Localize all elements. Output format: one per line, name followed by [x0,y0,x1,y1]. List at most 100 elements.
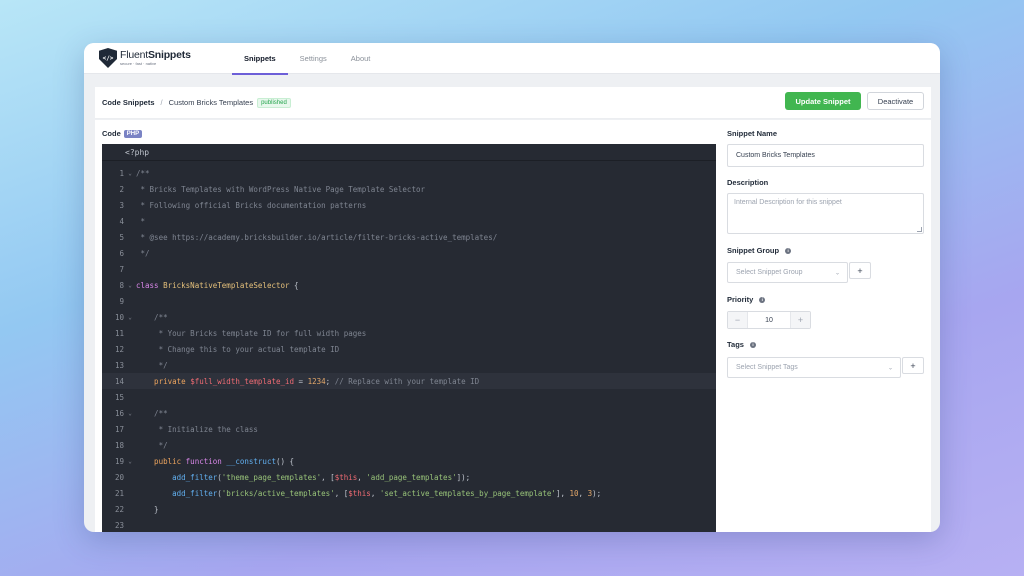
logo[interactable]: </> FluentSnippets secure · fast · nativ… [99,48,217,68]
snippet-name-value: Custom Bricks Templates [736,152,815,159]
code-token: , [370,488,380,498]
tab-settings[interactable]: Settings [288,43,339,74]
code-line[interactable]: 20 add_filter('theme_page_templates', [$… [102,469,716,485]
priority-value[interactable]: 10 [747,312,791,328]
code-text: * @see https://academy.bricksbuilder.io/… [136,233,498,242]
code-line[interactable]: 17 * Initialize the class [102,421,716,437]
code-line[interactable]: 4 * [102,213,716,229]
logo-title: FluentSnippets [120,50,191,61]
snippet-name-label: Snippet Name [727,129,778,138]
description-label: Description [727,178,769,187]
code-editor[interactable]: <?php 1 ⌄/** 2 * Bricks Templates with Wor… [102,144,716,532]
priority-stepper[interactable]: − 10 + [727,311,811,329]
code-token: */ [136,248,150,258]
code-text: class BricksNativeTemplateSelector { [136,281,299,290]
tags-label-text: Tags [727,340,744,349]
line-number: 21 [114,488,124,498]
code-token: 10 [569,488,579,498]
code-line[interactable]: 23 [102,517,716,532]
code-label-text: Code [102,129,121,138]
code-line[interactable]: 13 */ [102,357,716,373]
code-text: /** [136,313,168,322]
code-line[interactable]: 5 * @see https://academy.bricksbuilder.i… [102,229,716,245]
code-line[interactable]: 6 */ [102,245,716,261]
code-line[interactable]: 19 ⌄ public function __construct() { [102,453,716,469]
top-navigation: </> FluentSnippets secure · fast · nativ… [84,43,940,75]
code-lines[interactable]: 1 ⌄/** 2 * Bricks Templates with WordPress… [102,165,716,532]
code-token: { [289,280,299,290]
line-number: 16 [114,408,124,418]
code-token: , [ [334,488,349,498]
snippet-group-select[interactable]: Select Snippet Group ⌄ [727,262,848,283]
code-line[interactable]: 12 * Change this to your actual template… [102,341,716,357]
snippet-header: Code Snippets / Custom Bricks Templates … [95,87,931,119]
code-line[interactable]: 10 ⌄ /** [102,309,716,325]
add-tag-button[interactable]: + [902,357,924,374]
code-line[interactable]: 14 private $full_width_template_id = 123… [102,373,716,389]
code-line[interactable]: 3 * Following official Bricks documentat… [102,197,716,213]
tags-label: Tags i [727,340,756,349]
code-line[interactable]: 18 */ [102,437,716,453]
line-number: 19 [114,456,124,466]
code-line[interactable]: 9 [102,293,716,309]
code-text: * Bricks Templates with WordPress Native… [136,185,425,194]
info-icon[interactable]: i [759,296,766,303]
description-textarea[interactable]: Internal Description for this snippet [727,193,924,234]
tab-snippets[interactable]: Snippets [232,43,288,75]
code-line[interactable]: 8 ⌄ class BricksNativeTemplateSelector { [102,277,716,293]
code-token: ; [325,376,335,386]
code-line[interactable]: 1 ⌄/** [102,165,716,181]
code-line[interactable]: 2 * Bricks Templates with WordPress Nati… [102,181,716,197]
code-token: __construct [226,456,276,466]
snippet-group-label: Snippet Group i [727,246,792,255]
main-content: Code PHP <?php 1 ⌄/** 2 * Bricks Templates… [95,120,931,532]
line-number: 1 [119,168,124,178]
line-number: 18 [114,440,124,450]
resize-handle-icon[interactable] [917,227,922,232]
code-token: , [357,472,367,482]
breadcrumb-current-snippet: Custom Bricks Templates [168,98,254,107]
fold-chevron-icon[interactable]: ⌄ [124,170,136,177]
code-text: private $full_width_template_id = 1234; … [136,377,479,386]
code-line[interactable]: 7 [102,261,716,277]
line-number: 6 [119,248,124,258]
line-number: 9 [119,296,124,306]
fold-chevron-icon[interactable]: ⌄ [124,282,136,289]
code-text: * Change this to your actual template ID [136,345,340,354]
language-badge: PHP [123,129,143,138]
fold-chevron-icon[interactable]: ⌄ [124,314,136,321]
deactivate-button[interactable]: Deactivate [867,92,924,110]
fold-chevron-icon[interactable]: ⌄ [124,458,136,465]
breadcrumb-code-snippets[interactable]: Code Snippets [102,98,155,107]
code-line[interactable]: 15 [102,389,716,405]
tags-placeholder: Select Snippet Tags [736,364,798,371]
code-text: /** [136,169,150,178]
code-token: */ [136,440,168,450]
code-token: add_filter [136,488,218,498]
update-snippet-button[interactable]: Update Snippet [785,92,861,110]
info-icon[interactable]: i [749,341,756,348]
info-icon[interactable]: i [785,247,792,254]
tags-select[interactable]: Select Snippet Tags ⌄ [727,357,901,378]
code-token: class [136,280,164,290]
fold-chevron-icon[interactable]: ⌄ [124,410,136,417]
snippet-settings-form: Snippet Name Custom Bricks Templates Des… [727,120,927,532]
decrement-button[interactable]: − [728,312,747,328]
add-group-button[interactable]: + [849,262,871,279]
code-token: 'add_page_templates' [366,472,457,482]
snippet-name-input[interactable]: Custom Bricks Templates [727,144,924,167]
increment-button[interactable]: + [791,312,810,328]
code-line[interactable]: 16 ⌄ /** [102,405,716,421]
code-line[interactable]: 22 } [102,501,716,517]
code-token: function [185,456,227,466]
code-token: /** [136,312,168,322]
snippet-group-placeholder: Select Snippet Group [736,269,803,276]
code-line[interactable]: 21 add_filter('bricks/active_templates',… [102,485,716,501]
line-number: 10 [114,312,124,322]
code-token: /** [136,408,168,418]
tab-about[interactable]: About [339,43,383,74]
nav-tabs: Snippets Settings About [232,43,383,75]
code-token: // Replace with your template ID [334,376,480,386]
code-text: * Following official Bricks documentatio… [136,201,367,210]
code-line[interactable]: 11 * Your Bricks template ID for full wi… [102,325,716,341]
